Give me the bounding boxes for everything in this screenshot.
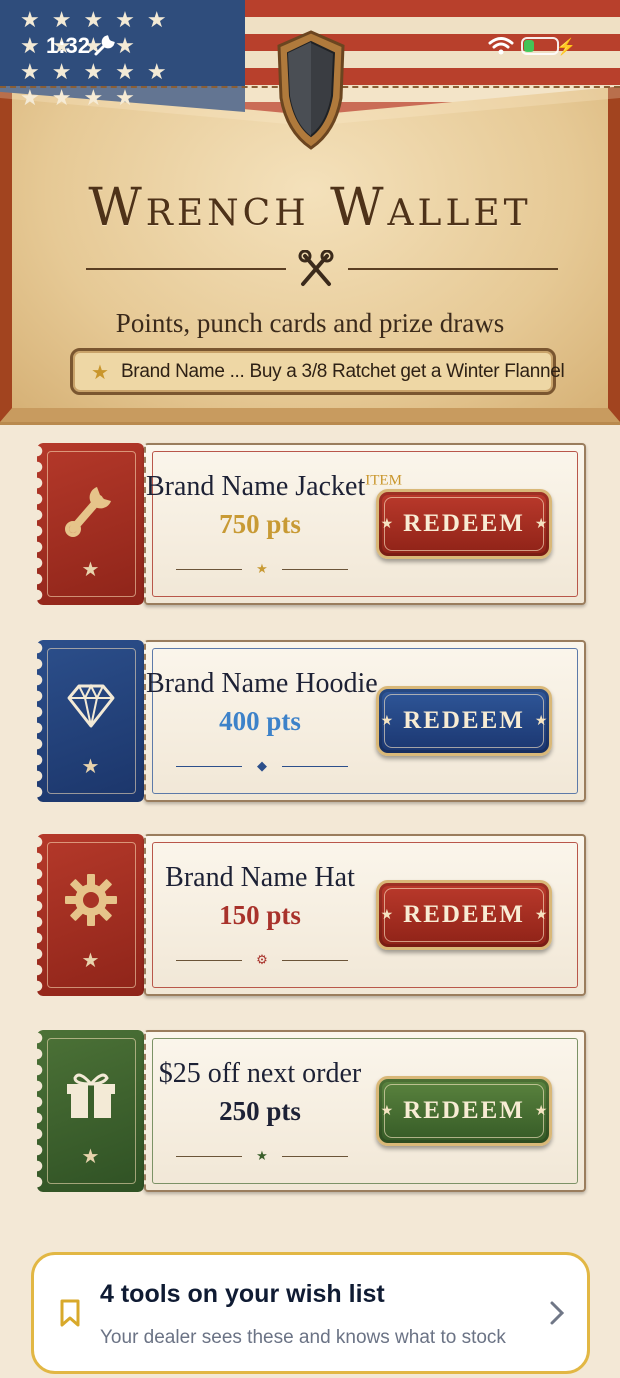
wrench-icon [65,487,111,537]
title-rule-right [348,268,558,270]
battery-icon [521,37,559,55]
reward-title: Brand Name Hoodie [146,668,378,699]
reward-points: 750 pts [219,509,301,539]
stub-star-icon: ★ [81,557,100,581]
reward-title: Brand Name Hat [165,862,355,893]
reward-ticket: Brand Name JacketITEM 750 pts ★ ★ REDEEM ★ [144,443,586,605]
app-title: Wrench Wallet [88,178,532,238]
reward-card: ★ $25 off next order 250 pts ★ ★ REDEEM ★ [37,1030,586,1192]
redeem-button[interactable]: ★ REDEEM ★ [376,489,552,559]
shield-icon [277,30,345,150]
gear-icon [65,874,117,926]
reward-divider: ◆ [176,760,348,774]
wishlist-title: 4 tools on your wish list [100,1280,385,1308]
status-time: 1:32 [46,33,91,58]
charging-icon: ⚡ [556,39,576,56]
stub-star-icon: ★ [81,1144,100,1168]
chevron-right-icon [550,1301,565,1325]
bookmark-icon [60,1299,80,1327]
crossed-tools-icon [298,250,334,286]
reward-stub: ★ [37,834,144,996]
promo-banner[interactable]: ★ Brand Name ... Buy a 3/8 Ratchet get a… [70,348,565,395]
reward-points: 150 pts [219,900,301,930]
wishlist-card[interactable]: 4 tools on your wish list Your dealer se… [31,1252,590,1374]
promo-banner-text: Brand Name ... Buy a 3/8 Ratchet get a W… [120,360,565,382]
reward-card: ★ Brand Name Hoodie 400 pts ◆ ★ REDEEM ★ [37,640,586,802]
stub-star-icon: ★ [81,754,100,778]
app-subtitle: Points, punch cards and prize draws [115,308,505,338]
diamond-icon [67,683,115,728]
reward-tag: ITEM [365,472,402,489]
reward-ticket: $25 off next order 250 pts ★ ★ REDEEM ★ [144,1030,586,1192]
reward-card: ★ Brand Name JacketITEM 750 pts ★ ★ REDEE… [37,443,586,605]
reward-card: ★ Brand Name Hat 150 pts ⚙ ★ REDEEM ★ [37,834,586,996]
wishlist-subtitle: Your dealer sees these and knows what to… [100,1327,506,1348]
reward-divider: ⚙ [176,954,348,968]
redeem-button[interactable]: ★ REDEEM ★ [376,880,552,950]
title-rule-left [86,268,286,270]
wrench-status-icon [94,35,115,56]
reward-points: 250 pts [219,1096,301,1126]
header: ★★★★★ ★★★★ ★★★★★ ★★★★ 1:32 ⚡ Wrench Wallet … [0,0,620,425]
reward-title: $25 off next order [158,1058,362,1089]
redeem-button[interactable]: ★ REDEEM ★ [376,686,552,756]
reward-ticket: Brand Name Hoodie 400 pts ◆ ★ REDEEM ★ [144,640,586,802]
reward-divider: ★ [176,563,348,577]
reward-stub: ★ [37,640,144,802]
star-icon: ★ [91,359,109,384]
wifi-icon [488,37,514,55]
redeem-button[interactable]: ★ REDEEM ★ [376,1076,552,1146]
reward-stub: ★ [37,443,144,605]
reward-divider: ★ [176,1150,348,1164]
reward-stub: ★ [37,1030,144,1192]
gift-icon [67,1073,115,1118]
reward-title: Brand Name JacketITEM [146,471,402,502]
reward-points: 400 pts [219,706,301,736]
reward-ticket: Brand Name Hat 150 pts ⚙ ★ REDEEM ★ [144,834,586,996]
stub-star-icon: ★ [81,948,100,972]
